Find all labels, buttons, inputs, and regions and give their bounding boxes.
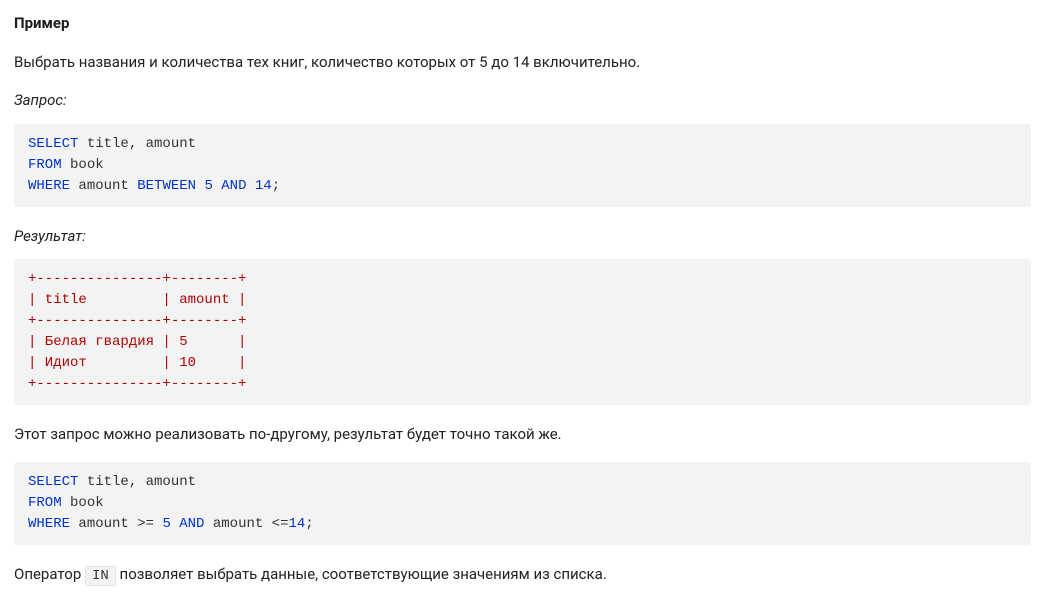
kw-between: BETWEEN	[137, 178, 196, 194]
semi: ;	[272, 178, 280, 194]
code-cols: title, amount	[78, 474, 196, 490]
section-heading: Пример	[14, 12, 1031, 35]
kw-select: SELECT	[28, 136, 78, 152]
num-5: 5	[204, 178, 212, 194]
query-label: Запрос:	[14, 89, 1031, 112]
num-14: 14	[255, 178, 272, 194]
intro-text: Выбрать названия и количества тех книг, …	[14, 51, 1031, 74]
result-table: +---------------+--------+ | title | amo…	[14, 259, 1031, 405]
inline-code-in: IN	[85, 566, 116, 586]
code-block-2: SELECT title, amount FROM book WHERE amo…	[14, 462, 1031, 545]
code-table: book	[62, 157, 104, 173]
kw-from: FROM	[28, 157, 62, 173]
kw-where: WHERE	[28, 178, 70, 194]
kw-and: AND	[179, 516, 204, 532]
kw-select: SELECT	[28, 474, 78, 490]
final-after: позволяет выбрать данные, соответствующи…	[116, 565, 607, 583]
code-cols: title, amount	[78, 136, 196, 152]
code-mid: amount	[70, 178, 137, 194]
code-mid1: amount >=	[70, 516, 162, 532]
between-text: Этот запрос можно реализовать по-другому…	[14, 423, 1031, 446]
kw-from: FROM	[28, 495, 62, 511]
code-table: book	[62, 495, 104, 511]
final-paragraph: Оператор IN позволяет выбрать данные, со…	[14, 563, 1031, 587]
code-block-1: SELECT title, amount FROM book WHERE amo…	[14, 124, 1031, 207]
kw-and: AND	[221, 178, 246, 194]
semi: ;	[305, 516, 313, 532]
sp	[171, 516, 179, 532]
num-5: 5	[162, 516, 170, 532]
kw-where: WHERE	[28, 516, 70, 532]
code-mid2: amount <=	[204, 516, 288, 532]
num-14: 14	[288, 516, 305, 532]
result-label: Результат:	[14, 225, 1031, 248]
sp	[246, 178, 254, 194]
sp	[213, 178, 221, 194]
final-before: Оператор	[14, 565, 85, 583]
